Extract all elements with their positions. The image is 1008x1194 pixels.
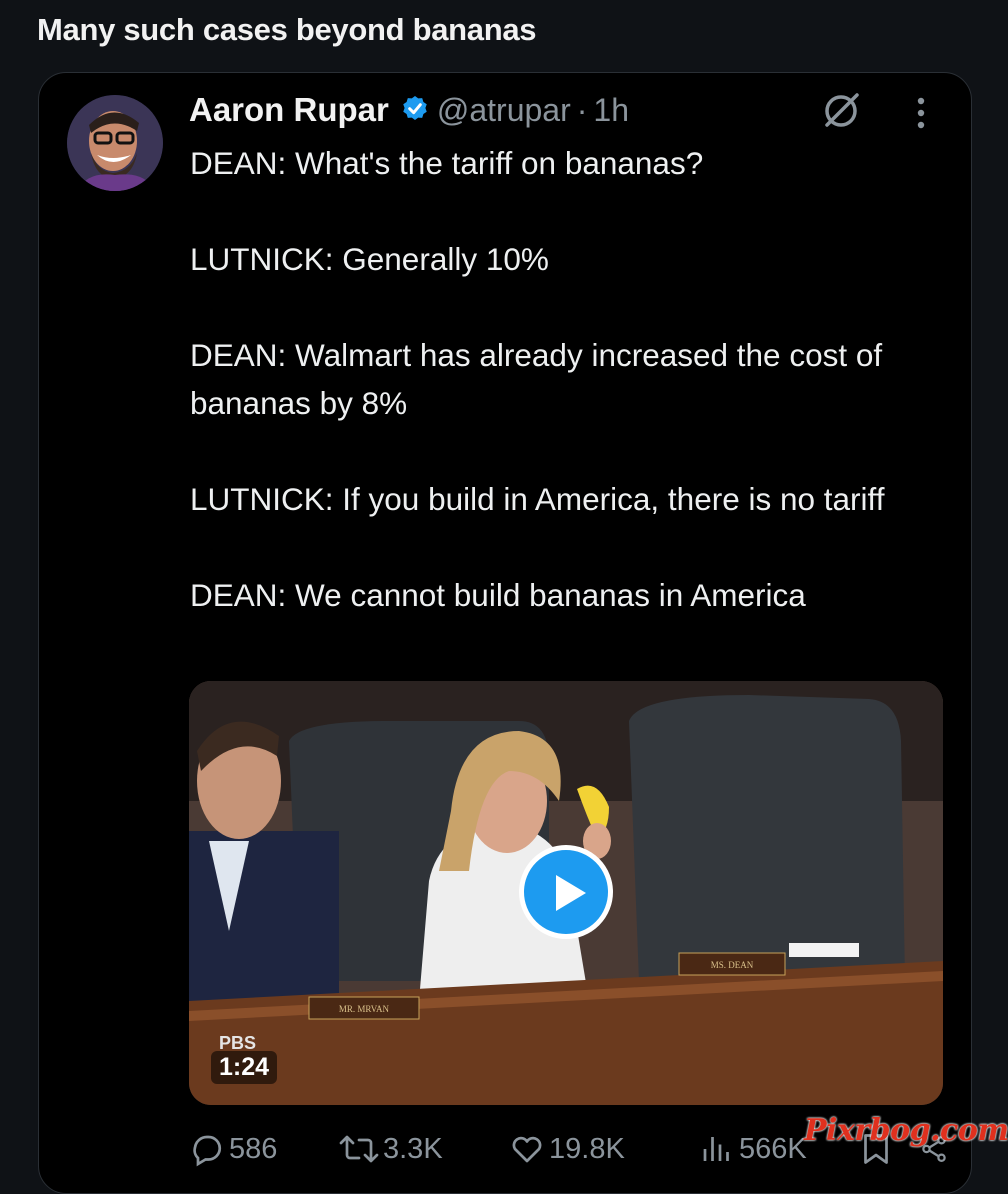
verified-icon <box>403 96 427 120</box>
author-name[interactable]: Aaron Rupar <box>189 91 389 129</box>
like-button[interactable]: 19.8K <box>509 1131 625 1167</box>
reply-button[interactable]: 586 <box>189 1131 277 1167</box>
nameplate-left: MR. MRVAN <box>339 1004 390 1014</box>
play-button[interactable] <box>519 845 613 939</box>
avatar[interactable] <box>67 95 163 191</box>
nameplate-right: MS. DEAN <box>711 960 754 970</box>
tweet-card[interactable]: Aaron Rupar @atrupar · 1h DEAN: What's t… <box>38 72 972 1194</box>
views-button[interactable]: 566K <box>699 1131 807 1167</box>
video-duration: 1:24 <box>211 1051 278 1084</box>
more-icon[interactable] <box>909 91 933 135</box>
tweet-line: LUTNICK: Generally 10% <box>190 241 549 277</box>
tweet-header: Aaron Rupar @atrupar · 1h <box>189 87 629 133</box>
author-handle[interactable]: @atrupar <box>437 92 571 129</box>
like-count: 19.8K <box>549 1132 625 1165</box>
view-count: 566K <box>739 1132 807 1165</box>
watermark: Pixrbog.com <box>804 1113 1008 1148</box>
separator-dot: · <box>576 91 588 128</box>
reply-count: 586 <box>229 1132 278 1165</box>
tweet-line: DEAN: We cannot build bananas in America <box>190 577 806 613</box>
views-icon <box>703 1137 729 1161</box>
like-icon <box>512 1136 542 1163</box>
reply-icon <box>193 1135 222 1167</box>
tweet-line: LUTNICK: If you build in America, there … <box>190 481 885 517</box>
grok-icon[interactable] <box>819 89 863 133</box>
repost-icon <box>339 1135 379 1163</box>
tweet-line: DEAN: What's the tariff on bananas? <box>190 145 704 181</box>
repost-count: 3.3K <box>383 1132 443 1165</box>
timestamp[interactable]: 1h <box>593 92 629 129</box>
post-title: Many such cases beyond bananas <box>37 12 537 47</box>
tweet-text: DEAN: What's the tariff on bananas? LUTN… <box>190 139 950 619</box>
tweet-line: DEAN: Walmart has already increased the … <box>190 337 883 421</box>
video-player[interactable]: MR. MRVAN MS. DEAN PBS 1:24 <box>189 681 943 1105</box>
avatar-image <box>67 95 163 191</box>
repost-button[interactable]: 3.3K <box>339 1131 443 1167</box>
play-icon <box>556 875 586 911</box>
